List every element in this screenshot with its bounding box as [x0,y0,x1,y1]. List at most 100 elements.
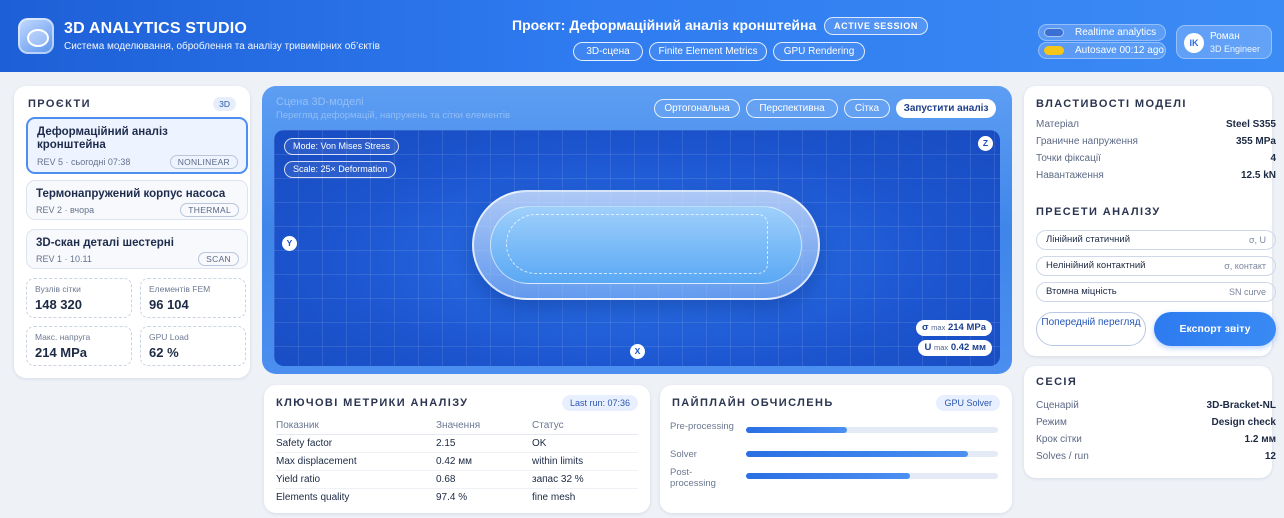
toggle-on-icon [1044,46,1064,55]
stage-progress [746,473,998,479]
z-axis-icon: Z [978,136,993,151]
session-row: Сценарій 3D-Bracket-NL [1036,400,1276,411]
avatar: IK [1184,33,1204,53]
session-value: 12 [1264,451,1276,462]
column-header: Показник [276,417,436,435]
session-key: Крок сітки [1036,434,1082,445]
user-menu[interactable]: IK Роман 3D Engineer [1176,25,1272,59]
x-axis-icon: X [630,344,645,359]
stress-readout: σ max 214 MPa [916,320,992,336]
stat-label: GPU Load [149,332,189,342]
preset-hint: SN curve [1228,287,1266,297]
metric-value: 0.68 [436,470,532,489]
properties-title: ВЛАСТИВОСТІ МОДЕЛІ [1036,98,1187,110]
stat-gpu-load: GPU Load 62 % [140,326,246,366]
property-key: Навантаження [1036,170,1104,181]
projects-panel: ПРОЄКТИ 3D Деформаційний аналіз кронштей… [14,86,250,378]
3d-viewport[interactable]: Сцена 3D-моделі Перегляд деформацій, нап… [262,86,1012,374]
tab-fem-metrics[interactable]: Finite Element Metrics [649,42,767,61]
stress-sub: max [931,323,946,332]
session-value: 1.2 мм [1244,434,1276,445]
app-logo-icon [18,18,54,54]
property-row: Граничне напруження 355 MPa [1036,136,1276,147]
session-value: Design check [1211,417,1276,428]
stress-symbol: σ [922,322,929,333]
session-title: СЕСІЯ [1036,376,1078,388]
viewport-title: Сцена 3D-моделі [276,96,364,108]
properties-panel: ВЛАСТИВОСТІ МОДЕЛІ Матеріал Steel S355 Гр… [1024,86,1276,356]
user-name: Роман [1210,31,1240,42]
metrics-title: КЛЮЧОВІ МЕТРИКИ АНАЛІЗУ [276,397,469,409]
project-meta: REV 2 · вчора [36,205,95,215]
bracket-model-outline [506,214,768,274]
mesh-toggle-button[interactable]: Сітка [844,99,890,118]
pipeline-title: ПАЙПЛАЙН ОБЧИСЛЕНЬ [672,397,834,409]
stress-value: 214 MPa [947,322,986,333]
run-analysis-button[interactable]: Запустити аналіз [896,99,996,118]
column-header: Статус [532,417,638,435]
realtime-toggle[interactable]: Realtime analytics [1038,24,1166,41]
project-tag: THERMAL [180,203,239,217]
mode-chip[interactable]: Mode: Von Mises Stress [284,138,400,155]
stat-value: 214 MPa [35,345,88,360]
displacement-symbol: U [924,342,932,353]
property-row: Навантаження 12.5 kN [1036,170,1276,181]
project-tag: SCAN [198,252,239,266]
stat-max-stress: Макс. напруга 214 MPa [26,326,132,366]
app-subtitle: Система моделювання, оброблення та аналі… [64,41,380,52]
preset-fatigue[interactable]: SN curve Втомна міцність [1036,282,1276,302]
session-row: Крок сітки 1.2 мм [1036,434,1276,445]
stat-value: 96 104 [149,297,189,312]
preset-label: Лінійний статичний [1046,234,1131,245]
stage-label: Pre-processing [670,421,734,432]
project-name: Термонапружений корпус насоса [36,188,226,200]
stage-label: Solver [670,449,697,460]
preset-nonlinear-contact[interactable]: σ, контакт Нелінійний контактний [1036,256,1276,276]
preset-linear-static[interactable]: σ, U Лінійний статичний [1036,230,1276,250]
perspective-view-button[interactable]: Перспективна [746,99,838,118]
metric-value: 97.4 % [436,492,468,503]
project-item[interactable]: Термонапружений корпус насоса REV 2 · вч… [26,180,248,220]
property-value: 12.5 kN [1240,170,1276,181]
viewport-subtitle: Перегляд деформацій, напружень та сітки … [276,110,510,121]
session-row: Режим Design check [1036,417,1276,428]
tab-gpu-rendering[interactable]: GPU Rendering [773,42,865,61]
projects-count-badge: 3D [213,97,236,111]
user-role: 3D Engineer [1210,44,1261,54]
metric-name: Safety factor [276,434,436,453]
property-value: 355 MPa [1235,136,1276,147]
tab-3d-scene[interactable]: 3D-сцена [573,42,643,61]
metric-name: Yield ratio [276,470,436,489]
property-key: Точки фіксації [1036,153,1101,164]
displacement-value: 0.42 мм [950,342,986,353]
y-axis-icon: Y [282,236,297,251]
orthographic-view-button[interactable]: Ортогональна [654,99,740,118]
stat-label: Вузлів сітки [35,284,81,294]
scene-canvas[interactable]: Mode: Von Mises Stress Scale: 25× Deform… [274,130,1000,366]
project-meta: REV 5 · сьогодні 07:38 [37,157,131,167]
preview-button[interactable]: Попередній перегляд [1036,312,1146,346]
stage-progress-fill [746,451,968,457]
stage-progress [746,427,998,433]
project-tag: NONLINEAR [169,155,238,169]
displacement-sub: max [934,343,949,352]
stage-progress-fill [746,473,910,479]
project-name: Деформаційний аналіз кронштейна [37,126,168,151]
stat-label: Макс. напруга [35,332,91,342]
project-item[interactable]: 3D-скан деталі шестерні REV 1 · 10.11 SC… [26,229,248,269]
session-row: Solves / run 12 [1036,451,1276,462]
scale-chip[interactable]: Scale: 25× Deformation [284,161,397,178]
stat-label: Елементів FEM [149,284,211,294]
project-name: 3D-скан деталі шестерні [36,237,174,249]
autosave-toggle[interactable]: Autosave 00:12 ago [1038,42,1166,59]
property-value: Steel S355 [1225,119,1276,130]
stat-value: 62 % [149,345,179,360]
toggle-off-icon [1044,28,1064,37]
metrics-panel: КЛЮЧОВІ МЕТРИКИ АНАЛІЗУ Last run: 07:36 … [264,385,650,513]
metrics-table: Показник Значення Статус Safety factor 2… [276,417,638,506]
session-value: 3D-Bracket-NL [1206,400,1276,411]
export-report-button[interactable]: Експорт звіту [1154,312,1276,346]
session-key: Сценарій [1036,400,1079,411]
project-item[interactable]: Деформаційний аналіз кронштейна REV 5 · … [26,117,248,174]
metric-value: 2.15 [436,434,532,453]
